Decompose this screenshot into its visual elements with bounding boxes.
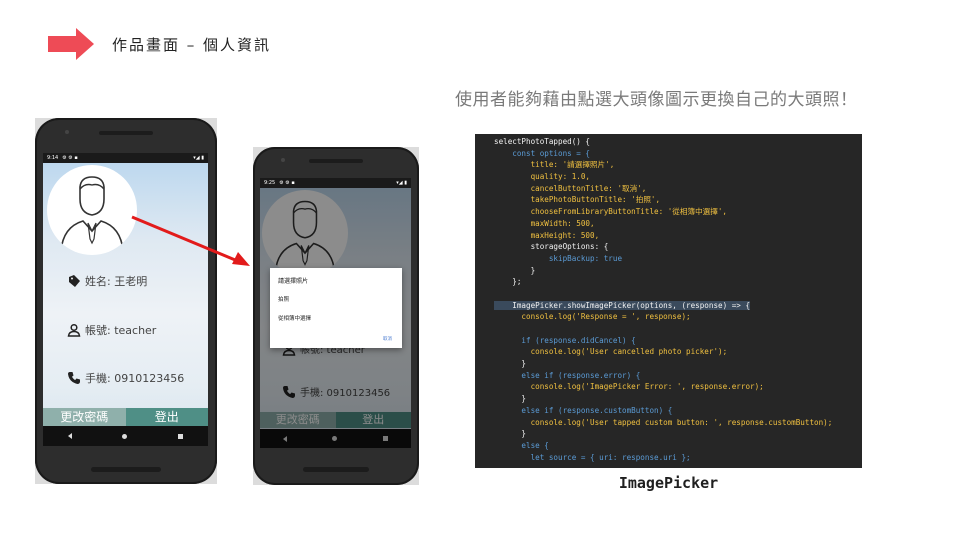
code-line: }	[494, 429, 527, 439]
slide-caption: 使用者能夠藉由點選大頭像圖示更換自己的大頭照！	[455, 90, 858, 110]
choose-library-option[interactable]: 從相簿中選擇	[278, 314, 311, 322]
front-camera	[281, 158, 285, 162]
code-line: const options = {	[494, 148, 591, 158]
notification-icons: ⚙ ⚙ ▪	[62, 155, 78, 161]
status-bar: 9:25 ⚙ ⚙ ▪ ▾◢ ▮	[260, 178, 411, 188]
code-line: let source = { uri: response.uri };	[494, 452, 691, 462]
code-line: else if (response.error) {	[494, 370, 641, 380]
phone-profile: 9:14 ⚙ ⚙ ▪ ▾◢ ▮ 姓名: 王老明 帳號: teacher 手機: …	[35, 118, 217, 484]
code-line: storageOptions: {	[494, 242, 609, 252]
back-icon[interactable]	[68, 433, 73, 439]
status-time: 9:25	[264, 180, 276, 186]
code-caption: ImagePicker	[618, 474, 719, 492]
person-icon	[67, 323, 81, 337]
earpiece	[99, 131, 153, 135]
code-line: }	[494, 265, 536, 275]
dialog-title: 請選擇照片	[278, 278, 309, 285]
bottom-speaker	[303, 467, 369, 472]
photo-picker-dialog: 請選擇照片 拍照 從相簿中選擇 取消	[270, 268, 402, 348]
code-line: quality: 1.0,	[494, 172, 591, 182]
change-password-button[interactable]: 更改密碼	[43, 408, 126, 426]
recent-apps-icon[interactable]	[177, 433, 183, 439]
right-arrow-icon	[48, 28, 94, 60]
code-line: if (response.didCancel) {	[494, 335, 636, 345]
action-buttons: 更改密碼 登出	[43, 408, 208, 426]
code-line: else if (response.customButton) {	[494, 405, 673, 415]
bottom-speaker	[91, 467, 161, 472]
android-nav-bar	[43, 426, 208, 446]
code-line: };	[494, 277, 522, 287]
account-row: 帳號: teacher	[67, 322, 156, 338]
notification-icons: ⚙ ⚙ ▪	[279, 180, 295, 186]
tag-icon	[69, 275, 80, 287]
home-icon[interactable]	[122, 433, 128, 439]
code-line: chooseFromLibraryButtonTitle: '從相簿中選擇',	[494, 207, 728, 217]
phone-dialog: 9:25 ⚙ ⚙ ▪ ▾◢ ▮ 帳號: teacher 手機: 09101234…	[253, 147, 419, 485]
code-line: ImagePicker.showImagePicker(options, (re…	[494, 300, 751, 310]
dialog-cancel-button[interactable]: 取消	[383, 336, 392, 342]
logout-button[interactable]: 登出	[125, 408, 208, 426]
phone-icon	[68, 372, 80, 384]
code-line: maxWidth: 500,	[494, 218, 595, 228]
status-time: 9:14	[47, 155, 59, 161]
signal-battery-icon: ▾◢ ▮	[193, 155, 204, 161]
code-line: takePhotoButtonTitle: '拍照',	[494, 195, 661, 205]
code-line: }	[494, 359, 527, 369]
status-bar: 9:14 ⚙ ⚙ ▪ ▾◢ ▮	[43, 153, 208, 163]
phone-label: 手機: 0910123456	[85, 372, 185, 385]
code-line: selectPhotoTapped() {	[494, 137, 591, 146]
code-line: console.log('ImagePicker Error: ', respo…	[494, 382, 764, 392]
code-line: skipBackup: true	[494, 253, 623, 263]
code-line: cancelButtonTitle: '取消',	[494, 183, 647, 193]
code-line: console.log('Response = ', response);	[494, 312, 691, 322]
code-line: console.log('User tapped custom button: …	[494, 417, 833, 427]
user-silhouette-icon	[60, 176, 124, 252]
code-line: else {	[494, 440, 549, 450]
code-line: title: '請選擇照片',	[494, 160, 615, 170]
front-camera	[65, 130, 69, 134]
name-label: 姓名: 王老明	[85, 275, 148, 288]
name-row: 姓名: 王老明	[67, 273, 147, 289]
take-photo-option[interactable]: 拍照	[278, 295, 289, 303]
earpiece	[309, 159, 363, 163]
code-snippet: selectPhotoTapped() { const options = { …	[475, 134, 862, 468]
code-line: console.log('User cancelled photo picker…	[494, 347, 728, 357]
slide-title: 作品畫面 – 個人資訊	[112, 36, 272, 54]
signal-battery-icon: ▾◢ ▮	[396, 180, 407, 186]
code-line: }	[494, 394, 527, 404]
code-line: maxHeight: 500,	[494, 230, 600, 240]
account-label: 帳號: teacher	[85, 324, 157, 337]
avatar[interactable]	[47, 165, 137, 255]
phone-row: 手機: 0910123456	[67, 370, 184, 386]
dialog-screen: 9:25 ⚙ ⚙ ▪ ▾◢ ▮ 帳號: teacher 手機: 09101234…	[260, 178, 411, 448]
slide-header	[48, 28, 94, 60]
profile-screen: 9:14 ⚙ ⚙ ▪ ▾◢ ▮ 姓名: 王老明 帳號: teacher 手機: …	[43, 153, 208, 446]
